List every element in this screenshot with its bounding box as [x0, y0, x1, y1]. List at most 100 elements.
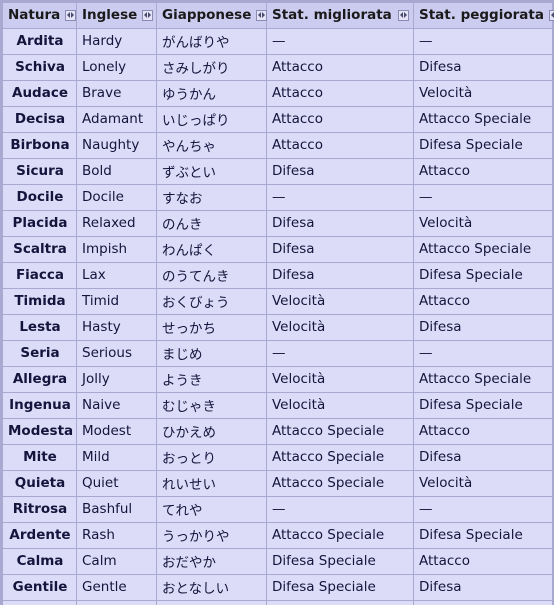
- nature-japanese-cell: おっとり: [157, 445, 266, 470]
- stat-decreased-cell: —: [414, 29, 552, 54]
- sort-icon[interactable]: [65, 9, 77, 21]
- stat-increased-cell: —: [267, 497, 413, 522]
- nature-english-cell: Gentle: [77, 575, 156, 600]
- stat-increased-cell: Attacco: [267, 81, 413, 106]
- stat-decreased-cell: Difesa: [414, 445, 552, 470]
- nature-japanese-cell: まじめ: [157, 341, 266, 366]
- stat-decreased-cell: Attacco Speciale: [414, 237, 552, 262]
- nature-name-cell: Timida: [3, 289, 76, 314]
- column-header-label: Stat. migliorata: [272, 7, 392, 23]
- nature-japanese-cell: やんちゃ: [157, 133, 266, 158]
- nature-english-cell: Impish: [77, 237, 156, 262]
- stat-increased-cell: —: [267, 29, 413, 54]
- stat-increased-cell: Difesa: [267, 159, 413, 184]
- table-row: Fiacca Lax のうてんき Difesa Difesa Speciale: [3, 263, 552, 288]
- stat-increased-cell: —: [267, 341, 413, 366]
- stat-decreased-cell: —: [414, 185, 552, 210]
- column-header-stat-migliorata[interactable]: Stat. migliorata: [267, 3, 413, 28]
- nature-name-cell: Modesta: [3, 419, 76, 444]
- column-header-label: Stat. peggiorata: [419, 7, 544, 23]
- stat-increased-cell: Attacco: [267, 107, 413, 132]
- column-header-inglese[interactable]: Inglese: [77, 3, 156, 28]
- stat-increased-cell: Velocità: [267, 367, 413, 392]
- nature-english-cell: Mild: [77, 445, 156, 470]
- nature-name-cell: Fiacca: [3, 263, 76, 288]
- stat-decreased-cell: Difesa: [414, 55, 552, 80]
- sort-icon[interactable]: [256, 9, 268, 21]
- nature-english-cell: Docile: [77, 185, 156, 210]
- table-row: Ritrosa Bashful てれや — —: [3, 497, 552, 522]
- table-row: Placida Relaxed のんき Difesa Velocità: [3, 211, 552, 236]
- stat-decreased-cell: Attacco: [414, 159, 552, 184]
- nature-english-cell: Adamant: [77, 107, 156, 132]
- stat-decreased-cell: Difesa: [414, 315, 552, 340]
- sort-icon[interactable]: [548, 9, 554, 21]
- nature-name-cell: Ingenua: [3, 393, 76, 418]
- nature-english-cell: Hasty: [77, 315, 156, 340]
- stat-increased-cell: Difesa: [267, 211, 413, 236]
- table-row: Schiva Lonely さみしがり Attacco Difesa: [3, 55, 552, 80]
- nature-japanese-cell: さみしがり: [157, 55, 266, 80]
- nature-name-cell: Seria: [3, 341, 76, 366]
- nature-japanese-cell: のんき: [157, 211, 266, 236]
- table-row: Ardita Hardy がんばりや — —: [3, 29, 552, 54]
- stat-decreased-cell: Difesa Speciale: [414, 133, 552, 158]
- table-row: Docile Docile すなお — —: [3, 185, 552, 210]
- stat-decreased-cell: Difesa Speciale: [414, 393, 552, 418]
- nature-japanese-cell: いじっぱり: [157, 107, 266, 132]
- table-row: Seria Serious まじめ — —: [3, 341, 552, 366]
- nature-name-cell: Mite: [3, 445, 76, 470]
- stat-decreased-cell: Difesa Speciale: [414, 523, 552, 548]
- nature-english-cell: Naive: [77, 393, 156, 418]
- table-header: Natura Inglese Giapponese Stat. migliorata S…: [3, 3, 554, 28]
- nature-japanese-cell: わんぱく: [157, 237, 266, 262]
- stat-increased-cell: Attacco Speciale: [267, 523, 413, 548]
- column-header-label: Giapponese: [162, 7, 252, 23]
- nature-name-cell: Docile: [3, 185, 76, 210]
- stat-decreased-cell: Attacco: [414, 549, 552, 574]
- table-row: Allegra Jolly ようき Velocità Attacco Speciale: [3, 367, 552, 392]
- nature-name-cell: Birbona: [3, 133, 76, 158]
- nature-english-cell: Calm: [77, 549, 156, 574]
- nature-english-cell: Lax: [77, 263, 156, 288]
- nature-name-cell: Audace: [3, 81, 76, 106]
- stat-increased-cell: Attacco Speciale: [267, 471, 413, 496]
- nature-name-cell: Quieta: [3, 471, 76, 496]
- stat-decreased-cell: —: [414, 341, 552, 366]
- column-header-natura[interactable]: Natura: [3, 3, 77, 28]
- stat-increased-cell: Difesa Speciale: [267, 575, 413, 600]
- column-header-giapponese[interactable]: Giapponese: [157, 3, 268, 28]
- nature-japanese-cell: おくびょう: [157, 289, 266, 314]
- stat-increased-cell: Attacco: [267, 133, 413, 158]
- nature-japanese-cell: ずぶとい: [157, 159, 266, 184]
- nature-english-cell: Serious: [77, 341, 156, 366]
- table-row: Sicura Bold ずぶとい Difesa Attacco: [3, 159, 552, 184]
- stat-increased-cell: Attacco: [267, 55, 413, 80]
- nature-english-cell: Bold: [77, 159, 156, 184]
- stat-increased-cell: Velocità: [267, 393, 413, 418]
- sort-icon[interactable]: [398, 9, 409, 21]
- nature-name-cell: Lesta: [3, 315, 76, 340]
- nature-japanese-cell: ようき: [157, 367, 266, 392]
- stat-decreased-cell: Difesa Speciale: [414, 263, 552, 288]
- table-row: VivaceSassyなまいきDifesa SpecialeVelocità: [3, 601, 552, 605]
- nature-name-cell: Sicura: [3, 159, 76, 184]
- table-body: Ardita Hardy がんばりや — — Schiva Lonely さみしがり Attac…: [3, 29, 552, 605]
- stat-decreased-cell: Attacco: [414, 289, 552, 314]
- table-row: Gentile Gentle おとなしい Difesa Speciale Difesa: [3, 575, 552, 600]
- stat-decreased-cell: Velocità: [414, 81, 552, 106]
- nature-japanese-cell: おだやか: [157, 549, 266, 574]
- stat-increased-cell: —: [267, 185, 413, 210]
- table-row: Mite Mild おっとり Attacco Speciale Difesa: [3, 445, 552, 470]
- nature-english-cell: Naughty: [77, 133, 156, 158]
- sort-icon[interactable]: [142, 9, 154, 21]
- nature-name-cell: Ardita: [3, 29, 76, 54]
- nature-name-cell: Placida: [3, 211, 76, 236]
- nature-english-cell: Quiet: [77, 471, 156, 496]
- stat-decreased-cell: Velocità: [414, 601, 552, 605]
- column-header-stat-peggiorata[interactable]: Stat. peggiorata: [414, 3, 554, 28]
- nature-japanese-cell: すなお: [157, 185, 266, 210]
- stat-decreased-cell: Velocità: [414, 211, 552, 236]
- nature-name-cell: Calma: [3, 549, 76, 574]
- table-row: Modesta Modest ひかえめ Attacco Speciale Attacco: [3, 419, 552, 444]
